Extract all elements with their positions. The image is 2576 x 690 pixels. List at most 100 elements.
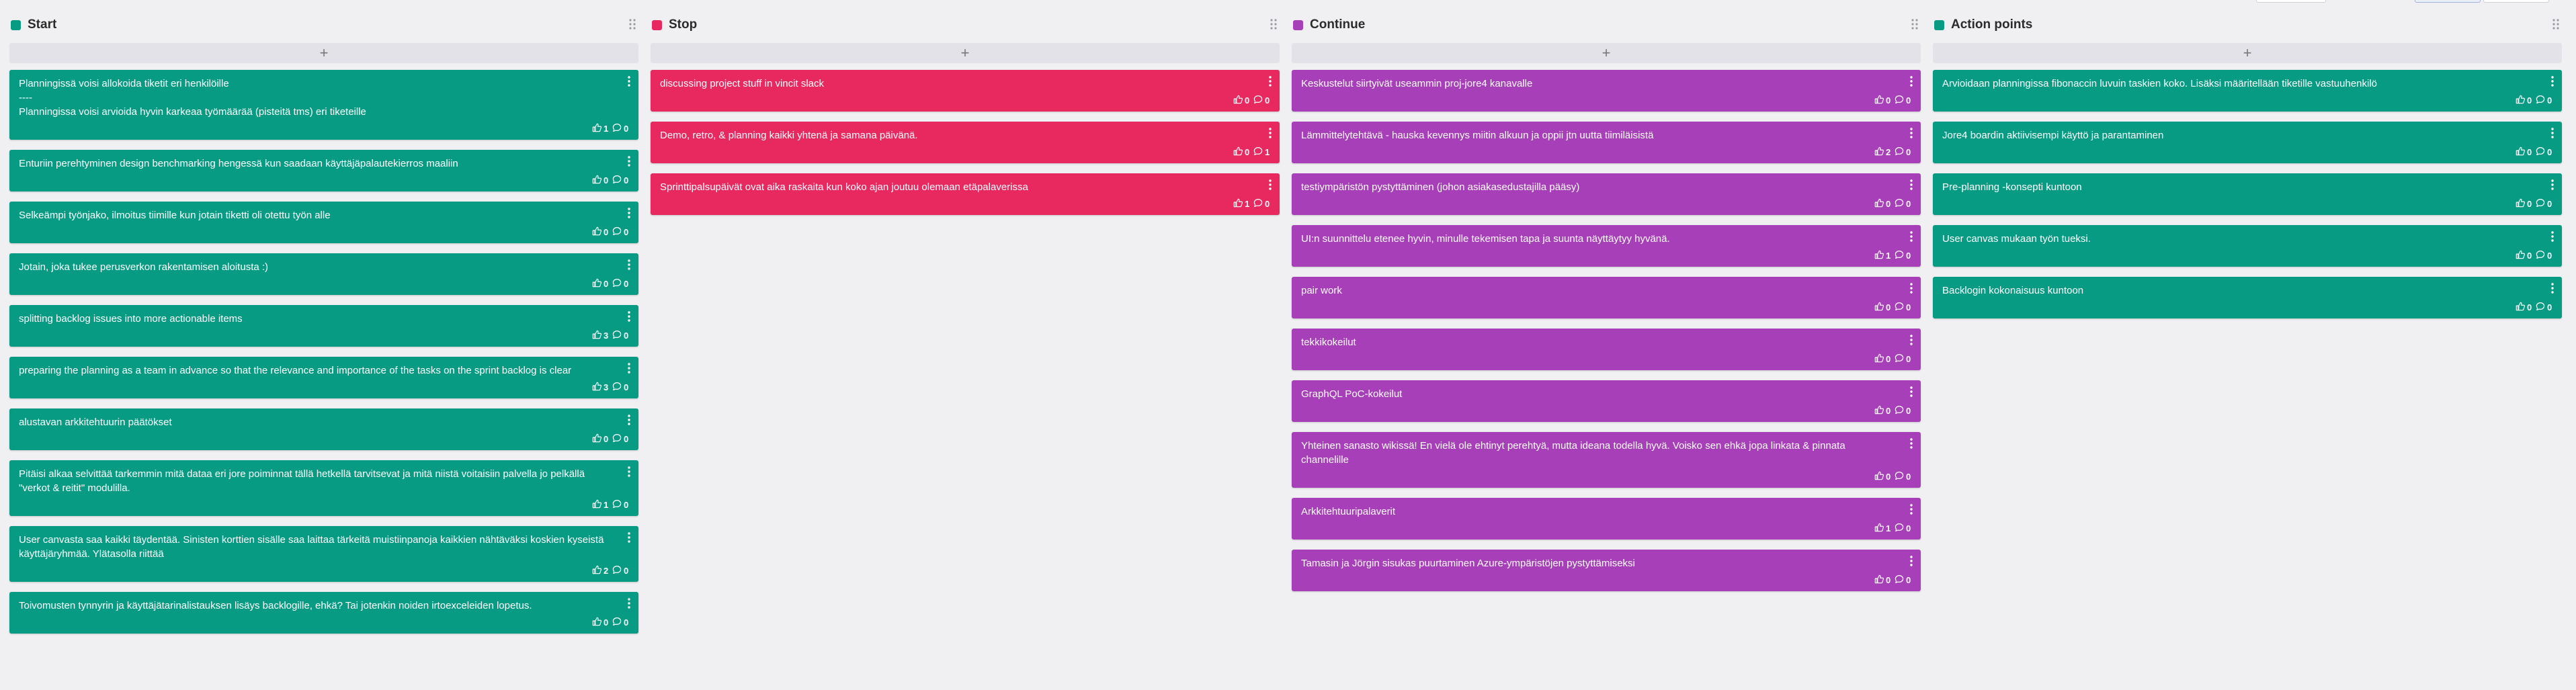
like-button[interactable]: 2 bbox=[1874, 146, 1891, 158]
like-button[interactable]: 1 bbox=[1874, 523, 1891, 534]
comment-button[interactable]: 0 bbox=[1895, 523, 1911, 534]
card-menu-icon[interactable] bbox=[1909, 386, 1914, 398]
drag-handle-icon[interactable] bbox=[1910, 18, 1919, 30]
top-control-button[interactable] bbox=[2256, 0, 2326, 3]
retro-card[interactable]: Pre-planning -konsepti kuntoon 0 0 bbox=[1933, 173, 2562, 215]
card-menu-icon[interactable] bbox=[626, 75, 632, 87]
retro-card[interactable]: Yhteinen sanasto wikissä! En vielä ole e… bbox=[1292, 432, 1921, 488]
comment-button[interactable]: 0 bbox=[1895, 574, 1911, 586]
like-button[interactable]: 0 bbox=[1874, 471, 1891, 482]
card-menu-icon[interactable] bbox=[1909, 230, 1914, 243]
comment-button[interactable]: 0 bbox=[2536, 146, 2552, 158]
like-button[interactable]: 0 bbox=[1874, 405, 1891, 417]
retro-card[interactable]: tekkikokeilut 0 0 bbox=[1292, 329, 1921, 370]
retro-card[interactable]: Sprinttipalsupäivät ovat aika raskaita k… bbox=[651, 173, 1280, 215]
card-menu-icon[interactable] bbox=[1909, 75, 1914, 87]
card-menu-icon[interactable] bbox=[626, 531, 632, 544]
like-button[interactable]: 3 bbox=[592, 330, 609, 341]
like-button[interactable]: 0 bbox=[1874, 95, 1891, 106]
drag-handle-icon[interactable] bbox=[2551, 18, 2561, 30]
comment-button[interactable]: 0 bbox=[2536, 250, 2552, 261]
retro-card[interactable]: Planningissä voisi allokoida tiketit eri… bbox=[9, 70, 638, 140]
retro-card[interactable]: Backlogin kokonaisuus kuntoon 0 0 bbox=[1933, 277, 2562, 318]
retro-card[interactable]: Enturiin perehtyminen design benchmarkin… bbox=[9, 150, 638, 191]
like-button[interactable]: 0 bbox=[592, 226, 609, 238]
like-button[interactable]: 0 bbox=[2516, 250, 2532, 261]
like-button[interactable]: 0 bbox=[2516, 95, 2532, 106]
comment-button[interactable]: 0 bbox=[2536, 198, 2552, 210]
card-menu-icon[interactable] bbox=[2550, 127, 2555, 139]
comment-button[interactable]: 0 bbox=[1895, 471, 1911, 482]
card-menu-icon[interactable] bbox=[1909, 127, 1914, 139]
like-button[interactable]: 0 bbox=[592, 175, 609, 186]
retro-card[interactable]: User canvasta saa kaikki täydentää. Sini… bbox=[9, 526, 638, 582]
card-menu-icon[interactable] bbox=[1909, 282, 1914, 294]
like-button[interactable]: 2 bbox=[592, 565, 609, 576]
retro-card[interactable]: GraphQL PoC-kokeilut 0 0 bbox=[1292, 380, 1921, 422]
card-menu-icon[interactable] bbox=[1268, 127, 1273, 139]
comment-button[interactable]: 0 bbox=[1895, 250, 1911, 261]
card-menu-icon[interactable] bbox=[626, 362, 632, 374]
comment-button[interactable]: 0 bbox=[1895, 198, 1911, 210]
comment-button[interactable]: 0 bbox=[1253, 198, 1270, 210]
drag-handle-icon[interactable] bbox=[1269, 18, 1278, 30]
like-button[interactable]: 0 bbox=[1233, 95, 1250, 106]
comment-button[interactable]: 0 bbox=[1895, 405, 1911, 417]
retro-card[interactable]: Toivomusten tynnyrin ja käyttäjätarinali… bbox=[9, 592, 638, 634]
retro-card[interactable]: alustavan arkkitehtuurin päätökset 0 0 bbox=[9, 408, 638, 450]
drag-handle-icon[interactable] bbox=[628, 18, 637, 30]
like-button[interactable]: 0 bbox=[1874, 574, 1891, 586]
comment-button[interactable]: 0 bbox=[612, 565, 629, 576]
retro-card[interactable]: testiympäristön pystyttäminen (johon asi… bbox=[1292, 173, 1921, 215]
card-menu-icon[interactable] bbox=[626, 155, 632, 167]
like-button[interactable]: 1 bbox=[592, 123, 609, 134]
card-menu-icon[interactable] bbox=[626, 414, 632, 426]
comment-button[interactable]: 0 bbox=[1895, 146, 1911, 158]
retro-card[interactable]: Lämmittelytehtävä - hauska kevennys miit… bbox=[1292, 122, 1921, 163]
retro-card[interactable]: User canvas mukaan työn tueksi. 0 0 bbox=[1933, 225, 2562, 267]
comment-button[interactable]: 0 bbox=[612, 330, 629, 341]
like-button[interactable]: 0 bbox=[1874, 198, 1891, 210]
comment-button[interactable]: 0 bbox=[612, 278, 629, 290]
card-menu-icon[interactable] bbox=[626, 259, 632, 271]
like-button[interactable]: 1 bbox=[592, 499, 609, 511]
retro-card[interactable]: Arvioidaan planningissa fibonaccin luvui… bbox=[1933, 70, 2562, 112]
like-button[interactable]: 0 bbox=[592, 617, 609, 628]
retro-card[interactable]: Tamasin ja Jörgin sisukas puurtaminen Az… bbox=[1292, 550, 1921, 591]
add-card-button[interactable]: + bbox=[1292, 43, 1921, 63]
retro-card[interactable]: Jore4 boardin aktiivisempi käyttö ja par… bbox=[1933, 122, 2562, 163]
like-button[interactable]: 0 bbox=[2516, 198, 2532, 210]
card-menu-icon[interactable] bbox=[1909, 503, 1914, 515]
like-button[interactable]: 3 bbox=[592, 382, 609, 393]
card-menu-icon[interactable] bbox=[626, 207, 632, 219]
comment-button[interactable]: 0 bbox=[612, 382, 629, 393]
card-menu-icon[interactable] bbox=[1909, 437, 1914, 449]
retro-card[interactable]: UI:n suunnittelu etenee hyvin, minulle t… bbox=[1292, 225, 1921, 267]
card-menu-icon[interactable] bbox=[2550, 282, 2555, 294]
card-menu-icon[interactable] bbox=[1909, 334, 1914, 346]
retro-card[interactable]: Selkeämpi työnjako, ilmoitus tiimille ku… bbox=[9, 202, 638, 243]
comment-button[interactable]: 0 bbox=[2536, 302, 2552, 313]
like-button[interactable]: 0 bbox=[2516, 146, 2532, 158]
comment-button[interactable]: 0 bbox=[1895, 353, 1911, 365]
card-menu-icon[interactable] bbox=[2550, 75, 2555, 87]
card-menu-icon[interactable] bbox=[1268, 179, 1273, 191]
add-card-button[interactable]: + bbox=[1933, 43, 2562, 63]
retro-card[interactable]: Jotain, joka tukee perusverkon rakentami… bbox=[9, 253, 638, 295]
like-button[interactable]: 1 bbox=[1233, 198, 1250, 210]
comment-button[interactable]: 0 bbox=[612, 123, 629, 134]
add-card-button[interactable]: + bbox=[9, 43, 638, 63]
add-card-button[interactable]: + bbox=[651, 43, 1280, 63]
card-menu-icon[interactable] bbox=[626, 310, 632, 322]
card-menu-icon[interactable] bbox=[626, 466, 632, 478]
card-menu-icon[interactable] bbox=[1909, 179, 1914, 191]
card-menu-icon[interactable] bbox=[626, 597, 632, 609]
comment-button[interactable]: 0 bbox=[1895, 302, 1911, 313]
retro-card[interactable]: Arkkitehtuuripalaverit 1 0 bbox=[1292, 498, 1921, 540]
like-button[interactable]: 0 bbox=[2516, 302, 2532, 313]
like-button[interactable]: 1 bbox=[1874, 250, 1891, 261]
retro-card[interactable]: Pitäisi alkaa selvittää tarkemmin mitä d… bbox=[9, 460, 638, 516]
like-button[interactable]: 0 bbox=[592, 278, 609, 290]
retro-card[interactable]: Demo, retro, & planning kaikki yhtenä ja… bbox=[651, 122, 1280, 163]
comment-button[interactable]: 0 bbox=[612, 499, 629, 511]
